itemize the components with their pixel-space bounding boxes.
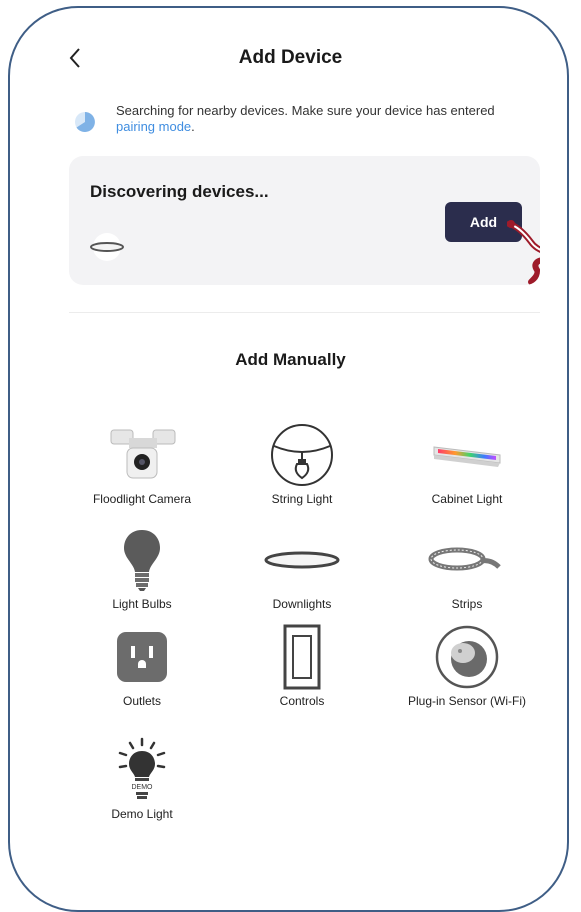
category-string-light[interactable]: String Light bbox=[227, 420, 377, 507]
plug-in-sensor-icon bbox=[435, 625, 499, 689]
pairing-mode-link[interactable]: pairing mode bbox=[116, 119, 191, 134]
notice-text-end: . bbox=[191, 119, 195, 134]
category-demo-light[interactable]: DEMO Demo Light bbox=[67, 735, 217, 822]
downlight-icon bbox=[90, 233, 124, 261]
category-label: String Light bbox=[271, 492, 333, 506]
category-outlets[interactable]: Outlets bbox=[67, 622, 217, 709]
category-strips[interactable]: Strips bbox=[392, 525, 542, 612]
category-label: Downlights bbox=[272, 597, 332, 611]
searching-spinner-icon bbox=[75, 112, 95, 132]
outlet-icon bbox=[117, 632, 167, 682]
category-label: Demo Light bbox=[111, 807, 173, 821]
switch-icon bbox=[283, 624, 321, 690]
light-bulb-icon bbox=[124, 530, 160, 591]
pointing-hand-icon bbox=[507, 220, 540, 285]
category-label: Cabinet Light bbox=[431, 492, 503, 506]
category-downlights[interactable]: Downlights bbox=[227, 525, 377, 612]
category-floodlight-camera[interactable]: Floodlight Camera bbox=[67, 420, 217, 507]
category-label: Strips bbox=[451, 597, 483, 611]
strip-light-icon bbox=[428, 547, 501, 571]
category-controls[interactable]: Controls bbox=[227, 622, 377, 709]
floodlight-camera-icon bbox=[110, 429, 176, 479]
category-light-bulbs[interactable]: Light Bulbs bbox=[67, 525, 217, 612]
category-label: Controls bbox=[279, 694, 325, 708]
page-title: Add Device bbox=[238, 47, 343, 68]
category-cabinet-light[interactable]: Cabinet Light bbox=[392, 420, 542, 507]
cabinet-light-icon bbox=[433, 446, 501, 467]
demo-badge: DEMO bbox=[132, 784, 154, 791]
category-label: Plug-in Sensor (Wi-Fi) bbox=[407, 694, 527, 708]
discovering-title: Discovering devices... bbox=[90, 182, 269, 201]
add-manually-title: Add Manually bbox=[235, 350, 346, 369]
downlight-icon bbox=[264, 551, 340, 569]
notice-text: Searching for nearby devices. Make sure … bbox=[116, 103, 495, 118]
discovering-card: Discovering devices... Add bbox=[69, 156, 540, 285]
string-light-icon bbox=[271, 424, 333, 486]
section-divider bbox=[69, 312, 540, 313]
category-label: Outlets bbox=[122, 694, 161, 708]
category-plug-in-sensor[interactable]: Plug-in Sensor (Wi-Fi) bbox=[392, 622, 542, 709]
category-label: Light Bulbs bbox=[112, 597, 172, 611]
demo-light-icon: DEMO bbox=[118, 737, 166, 799]
category-label: Floodlight Camera bbox=[92, 492, 192, 506]
